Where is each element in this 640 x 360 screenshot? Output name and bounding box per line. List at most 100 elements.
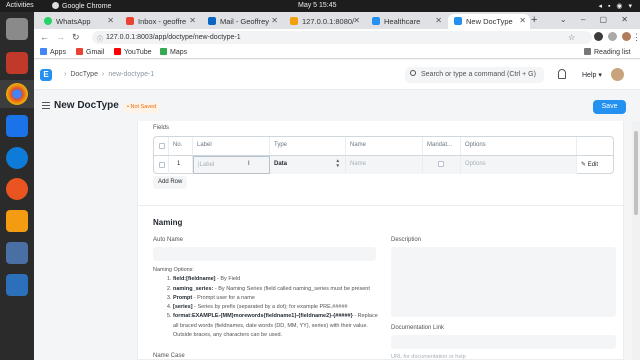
- calculator-icon[interactable]: [6, 274, 28, 296]
- description-label: Description: [391, 237, 422, 243]
- text-cursor-icon: I: [248, 161, 250, 167]
- close-icon[interactable]: ✕: [107, 16, 114, 25]
- bookmark-apps[interactable]: Apps: [40, 48, 66, 56]
- name-input[interactable]: Name: [346, 156, 423, 174]
- column-header-no: No.: [169, 137, 193, 155]
- url-bar[interactable]: ⓘ 127.0.0.1:8003/app/doctype/new-doctype-…: [92, 31, 592, 44]
- dbeaver-icon[interactable]: [6, 242, 28, 264]
- close-icon[interactable]: ✕: [353, 16, 360, 25]
- gmail-icon: [76, 48, 83, 55]
- row-number: 1: [169, 156, 193, 174]
- sidebar-toggle-icon[interactable]: [42, 102, 50, 109]
- teamviewer-icon[interactable]: [6, 147, 28, 169]
- breadcrumb-current[interactable]: new-doctype-1: [108, 71, 154, 78]
- table-row[interactable]: 1 |Label I Data ▴ ▾ Name Options ✎ Edit: [154, 155, 613, 174]
- bookmarks-bar: Apps Gmail YouTube Maps Reading list: [34, 46, 640, 59]
- breadcrumb: › DocType › new-doctype-1: [60, 71, 154, 78]
- scrollbar-thumb[interactable]: [634, 131, 638, 215]
- breadcrumb-doctype[interactable]: DocType: [70, 71, 98, 78]
- documentation-link-input[interactable]: [391, 335, 616, 349]
- close-icon[interactable]: ✕: [189, 16, 196, 25]
- chrome-icon: [52, 2, 59, 9]
- form-card: Fields No. Label Type Name Mandat... Opt…: [137, 121, 624, 360]
- page-scrollbar[interactable]: [632, 121, 640, 360]
- system-tray[interactable]: ◂ ▪ ◉ ▾: [599, 2, 634, 10]
- documentation-link-label: Documentation Link: [391, 325, 445, 331]
- awesomebar-search[interactable]: Search or type a command (Ctrl + G): [405, 67, 544, 83]
- bookmark-gmail[interactable]: Gmail: [76, 48, 104, 56]
- breadcrumb-separator: ›: [101, 71, 105, 78]
- browser-tab-bar: WhatsApp ✕ Inbox - geoffre ✕ Mail - Geoffr…: [34, 12, 640, 29]
- chrome-dock-icon[interactable]: [6, 83, 28, 105]
- section-divider: [138, 205, 623, 206]
- options-input[interactable]: Options: [461, 156, 577, 174]
- sublime-text-icon[interactable]: [6, 210, 28, 232]
- page-head: New DocType • Not Saved Save: [34, 91, 640, 121]
- bookmark-star-icon[interactable]: ☆: [568, 33, 575, 42]
- clock[interactable]: May 5 15:45: [298, 2, 337, 9]
- info-icon[interactable]: ⓘ: [97, 34, 103, 43]
- puzzle-icon[interactable]: [608, 32, 617, 41]
- new-tab-button[interactable]: +: [531, 14, 537, 26]
- tab-new-doctype[interactable]: New DocType ✕: [448, 14, 530, 29]
- naming-section-title[interactable]: Naming: [153, 218, 182, 227]
- profile-avatar[interactable]: [622, 32, 631, 41]
- description-textarea[interactable]: [391, 247, 616, 317]
- type-select[interactable]: Data ▴ ▾: [270, 156, 346, 174]
- edit-icon: ✎: [581, 162, 587, 168]
- bookmark-youtube[interactable]: YouTube: [114, 48, 152, 56]
- address-toolbar: ← → ↻ ⓘ 127.0.0.1:8003/app/doctype/new-do…: [34, 29, 640, 46]
- fields-grid: No. Label Type Name Mandat... Options 1 …: [153, 136, 614, 174]
- row-checkbox[interactable]: [159, 162, 165, 168]
- active-app-name: Google Chrome: [62, 3, 112, 10]
- files-icon[interactable]: [6, 18, 28, 40]
- forward-icon[interactable]: →: [56, 32, 65, 42]
- page-title: New DocType: [54, 100, 119, 111]
- active-app-menu[interactable]: Google Chrome: [52, 2, 111, 10]
- more-icon[interactable]: ⋮: [632, 32, 640, 43]
- extension-icon[interactable]: [594, 32, 603, 41]
- bookmark-maps[interactable]: Maps: [160, 48, 187, 56]
- save-button[interactable]: Save: [593, 100, 626, 114]
- auto-name-label: Auto Name: [153, 237, 184, 243]
- tab-localhost[interactable]: 127.0.0.1:8080/✕: [284, 14, 364, 29]
- column-header-mandatory: Mandat...: [423, 137, 461, 155]
- activities-button[interactable]: Activities: [6, 2, 34, 9]
- youtube-icon: [114, 48, 121, 55]
- window-controls[interactable]: ⌄ – ▢ ✕: [560, 15, 634, 24]
- chart-icon: [290, 17, 298, 25]
- close-icon[interactable]: ✕: [435, 16, 442, 25]
- system-top-bar: Activities Google Chrome May 5 15:45 ◂ ▪…: [0, 0, 640, 12]
- vscode-icon[interactable]: [6, 115, 28, 137]
- app-navbar: E › DocType › new-doctype-1 Search or type …: [34, 60, 640, 90]
- tab-mail[interactable]: Mail - Geoffrey ✕: [202, 14, 282, 29]
- tab-whatsapp[interactable]: WhatsApp ✕: [38, 14, 118, 29]
- help-dropdown[interactable]: Help ▾: [582, 71, 602, 79]
- dock: [0, 12, 34, 360]
- screenshot-tool-icon[interactable]: [6, 52, 28, 74]
- mandatory-checkbox[interactable]: [438, 161, 444, 167]
- gmail-icon: [126, 17, 134, 25]
- back-icon[interactable]: ←: [40, 32, 49, 42]
- reading-list-icon: [584, 48, 591, 55]
- close-icon[interactable]: ✕: [271, 16, 278, 25]
- notification-bell-icon[interactable]: [558, 69, 566, 79]
- select-all-checkbox[interactable]: [159, 143, 165, 149]
- app-logo[interactable]: E: [40, 69, 52, 81]
- naming-option: naming_series: - By Naming Series (field…: [173, 285, 378, 294]
- auto-name-input[interactable]: [153, 247, 376, 261]
- edit-row-button[interactable]: ✎ Edit: [577, 156, 613, 174]
- add-row-button[interactable]: Add Row: [153, 176, 188, 189]
- reading-list[interactable]: Reading list: [584, 48, 631, 56]
- apps-grid-icon: [40, 48, 47, 55]
- tab-gmail[interactable]: Inbox - geoffre ✕: [120, 14, 200, 29]
- postman-icon[interactable]: [6, 178, 28, 200]
- reload-icon[interactable]: ↻: [72, 32, 80, 43]
- close-icon[interactable]: ✕: [519, 16, 526, 25]
- user-avatar[interactable]: [611, 68, 624, 81]
- erpnext-icon: [454, 17, 462, 25]
- grid-header-select: [154, 137, 169, 155]
- status-badge: • Not Saved: [123, 103, 161, 113]
- tab-healthcare[interactable]: Healthcare ✕: [366, 14, 446, 29]
- label-input[interactable]: |Label I: [193, 156, 270, 174]
